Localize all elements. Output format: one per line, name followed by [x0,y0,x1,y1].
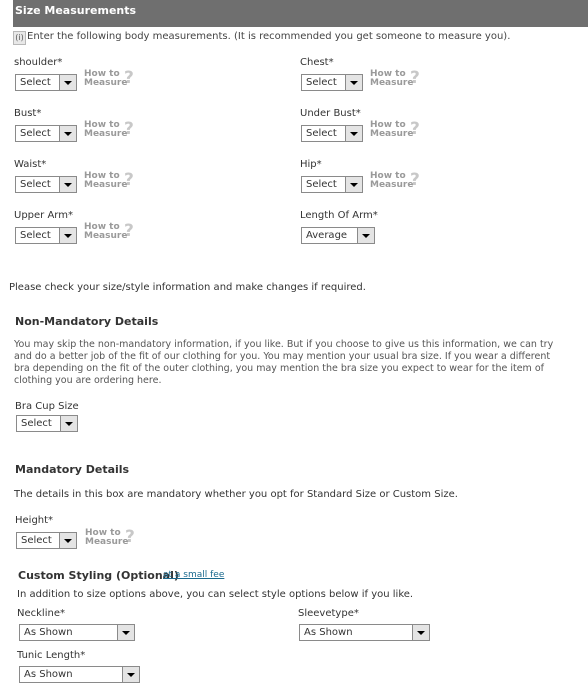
how-to-measure-link[interactable]: How to Measure? [370,69,424,91]
how-to-measure-link[interactable]: How to Measure? [370,120,424,142]
select-value: As Shown [24,669,73,680]
measure-text: Measure [370,78,414,88]
chevron-down-icon[interactable] [345,126,362,141]
chevron-down-icon[interactable] [345,177,362,192]
chevron-down-icon[interactable] [357,228,374,243]
measure-text: Measure [84,231,128,241]
bust-select[interactable]: Select [15,125,77,142]
info-icon: (i) [13,31,26,45]
chevron-down-icon[interactable] [59,126,76,141]
select-value: Average [306,230,348,241]
length-of-arm-label: Length Of Arm* [300,210,378,221]
sleevetype-select[interactable]: As Shown [299,624,430,641]
section-title: Size Measurements [15,4,137,17]
chevron-down-icon[interactable] [412,625,429,640]
tunic-length-select[interactable]: As Shown [19,666,140,683]
non-mandatory-description: You may skip the non-mandatory informati… [14,339,582,387]
select-value: Select [20,179,51,190]
mandatory-description: The details in this box are mandatory wh… [14,489,458,500]
chevron-down-icon[interactable] [122,667,139,682]
hip-select[interactable]: Select [301,176,363,193]
chevron-down-icon[interactable] [59,75,76,90]
measure-text: Measure [84,180,128,190]
check-info-text: Please check your size/style information… [9,282,366,293]
select-value: Select [306,77,337,88]
how-to-measure-link[interactable]: How to Measure? [84,120,138,142]
chest-label: Chest* [300,57,334,68]
measure-text: Measure [370,129,414,139]
tunic-length-label: Tunic Length* [17,650,86,661]
waist-select[interactable]: Select [15,176,77,193]
chevron-down-icon[interactable] [59,177,76,192]
select-value: Select [21,535,52,546]
non-mandatory-line: You may skip the non-mandatory informati… [14,339,554,350]
measure-text: Measure [370,180,414,190]
waist-label: Waist* [14,159,47,170]
length-of-arm-select[interactable]: Average [301,227,375,244]
mandatory-title: Mandatory Details [15,463,130,476]
bust-label: Bust* [14,108,42,119]
measure-text: Measure [84,78,128,88]
hip-label: Hip* [300,159,322,170]
how-to-measure-link[interactable]: How to Measure? [84,171,138,193]
measure-text: Measure [85,537,129,547]
chevron-down-icon[interactable] [59,228,76,243]
non-mandatory-title: Non-Mandatory Details [15,315,159,328]
how-to-measure-link[interactable]: How to Measure? [84,222,138,244]
custom-styling-description: In addition to size options above, you c… [17,589,414,600]
sleevetype-label: Sleevetype* [298,608,359,619]
bra-cup-size-label: Bra Cup Size [15,401,79,412]
select-value: Select [306,179,337,190]
under-bust-label: Under Bust* [300,108,361,119]
chest-select[interactable]: Select [301,74,363,91]
non-mandatory-line: and do a better job of the fit of our cl… [14,351,551,362]
question-icon: ? [125,527,135,547]
question-icon: ? [410,170,420,190]
under-bust-select[interactable]: Select [301,125,363,142]
small-fee-link[interactable]: at a small fee [163,570,224,580]
shoulder-label: shoulder* [14,57,63,68]
how-to-measure-link[interactable]: How to Measure ? [85,528,139,550]
non-mandatory-line: bra depending on the fit of the outer cl… [14,363,544,374]
question-icon: ? [410,119,420,139]
measure-text: Measure [84,129,128,139]
select-value: Select [20,77,51,88]
select-value: As Shown [24,627,73,638]
intro-text: Enter the following body measurements. (… [27,31,511,42]
chevron-down-icon[interactable] [60,416,77,431]
how-to-measure-link[interactable]: How to Measure? [370,171,424,193]
upper-arm-label: Upper Arm* [14,210,73,221]
question-icon: ? [124,119,134,139]
custom-styling-title: Custom Styling (Optional) [18,569,179,582]
shoulder-select[interactable]: Select [15,74,77,91]
chevron-down-icon[interactable] [117,625,134,640]
height-label: Height* [15,515,54,526]
select-value: Select [21,418,52,429]
chevron-down-icon[interactable] [59,533,76,548]
non-mandatory-line: clothing you are ordering here. [14,375,162,386]
select-value: Select [20,230,51,241]
upper-arm-select[interactable]: Select [15,227,77,244]
height-select[interactable]: Select [16,532,77,549]
question-icon: ? [124,170,134,190]
chevron-down-icon[interactable] [345,75,362,90]
select-value: As Shown [304,627,353,638]
select-value: Select [20,128,51,139]
select-value: Select [306,128,337,139]
neckline-select[interactable]: As Shown [19,624,135,641]
question-icon: ? [124,68,134,88]
neckline-label: Neckline* [17,608,65,619]
how-to-measure-link[interactable]: How to Measure? [84,69,138,91]
question-icon: ? [410,68,420,88]
question-icon: ? [124,221,134,241]
bra-cup-size-select[interactable]: Select [16,415,78,432]
